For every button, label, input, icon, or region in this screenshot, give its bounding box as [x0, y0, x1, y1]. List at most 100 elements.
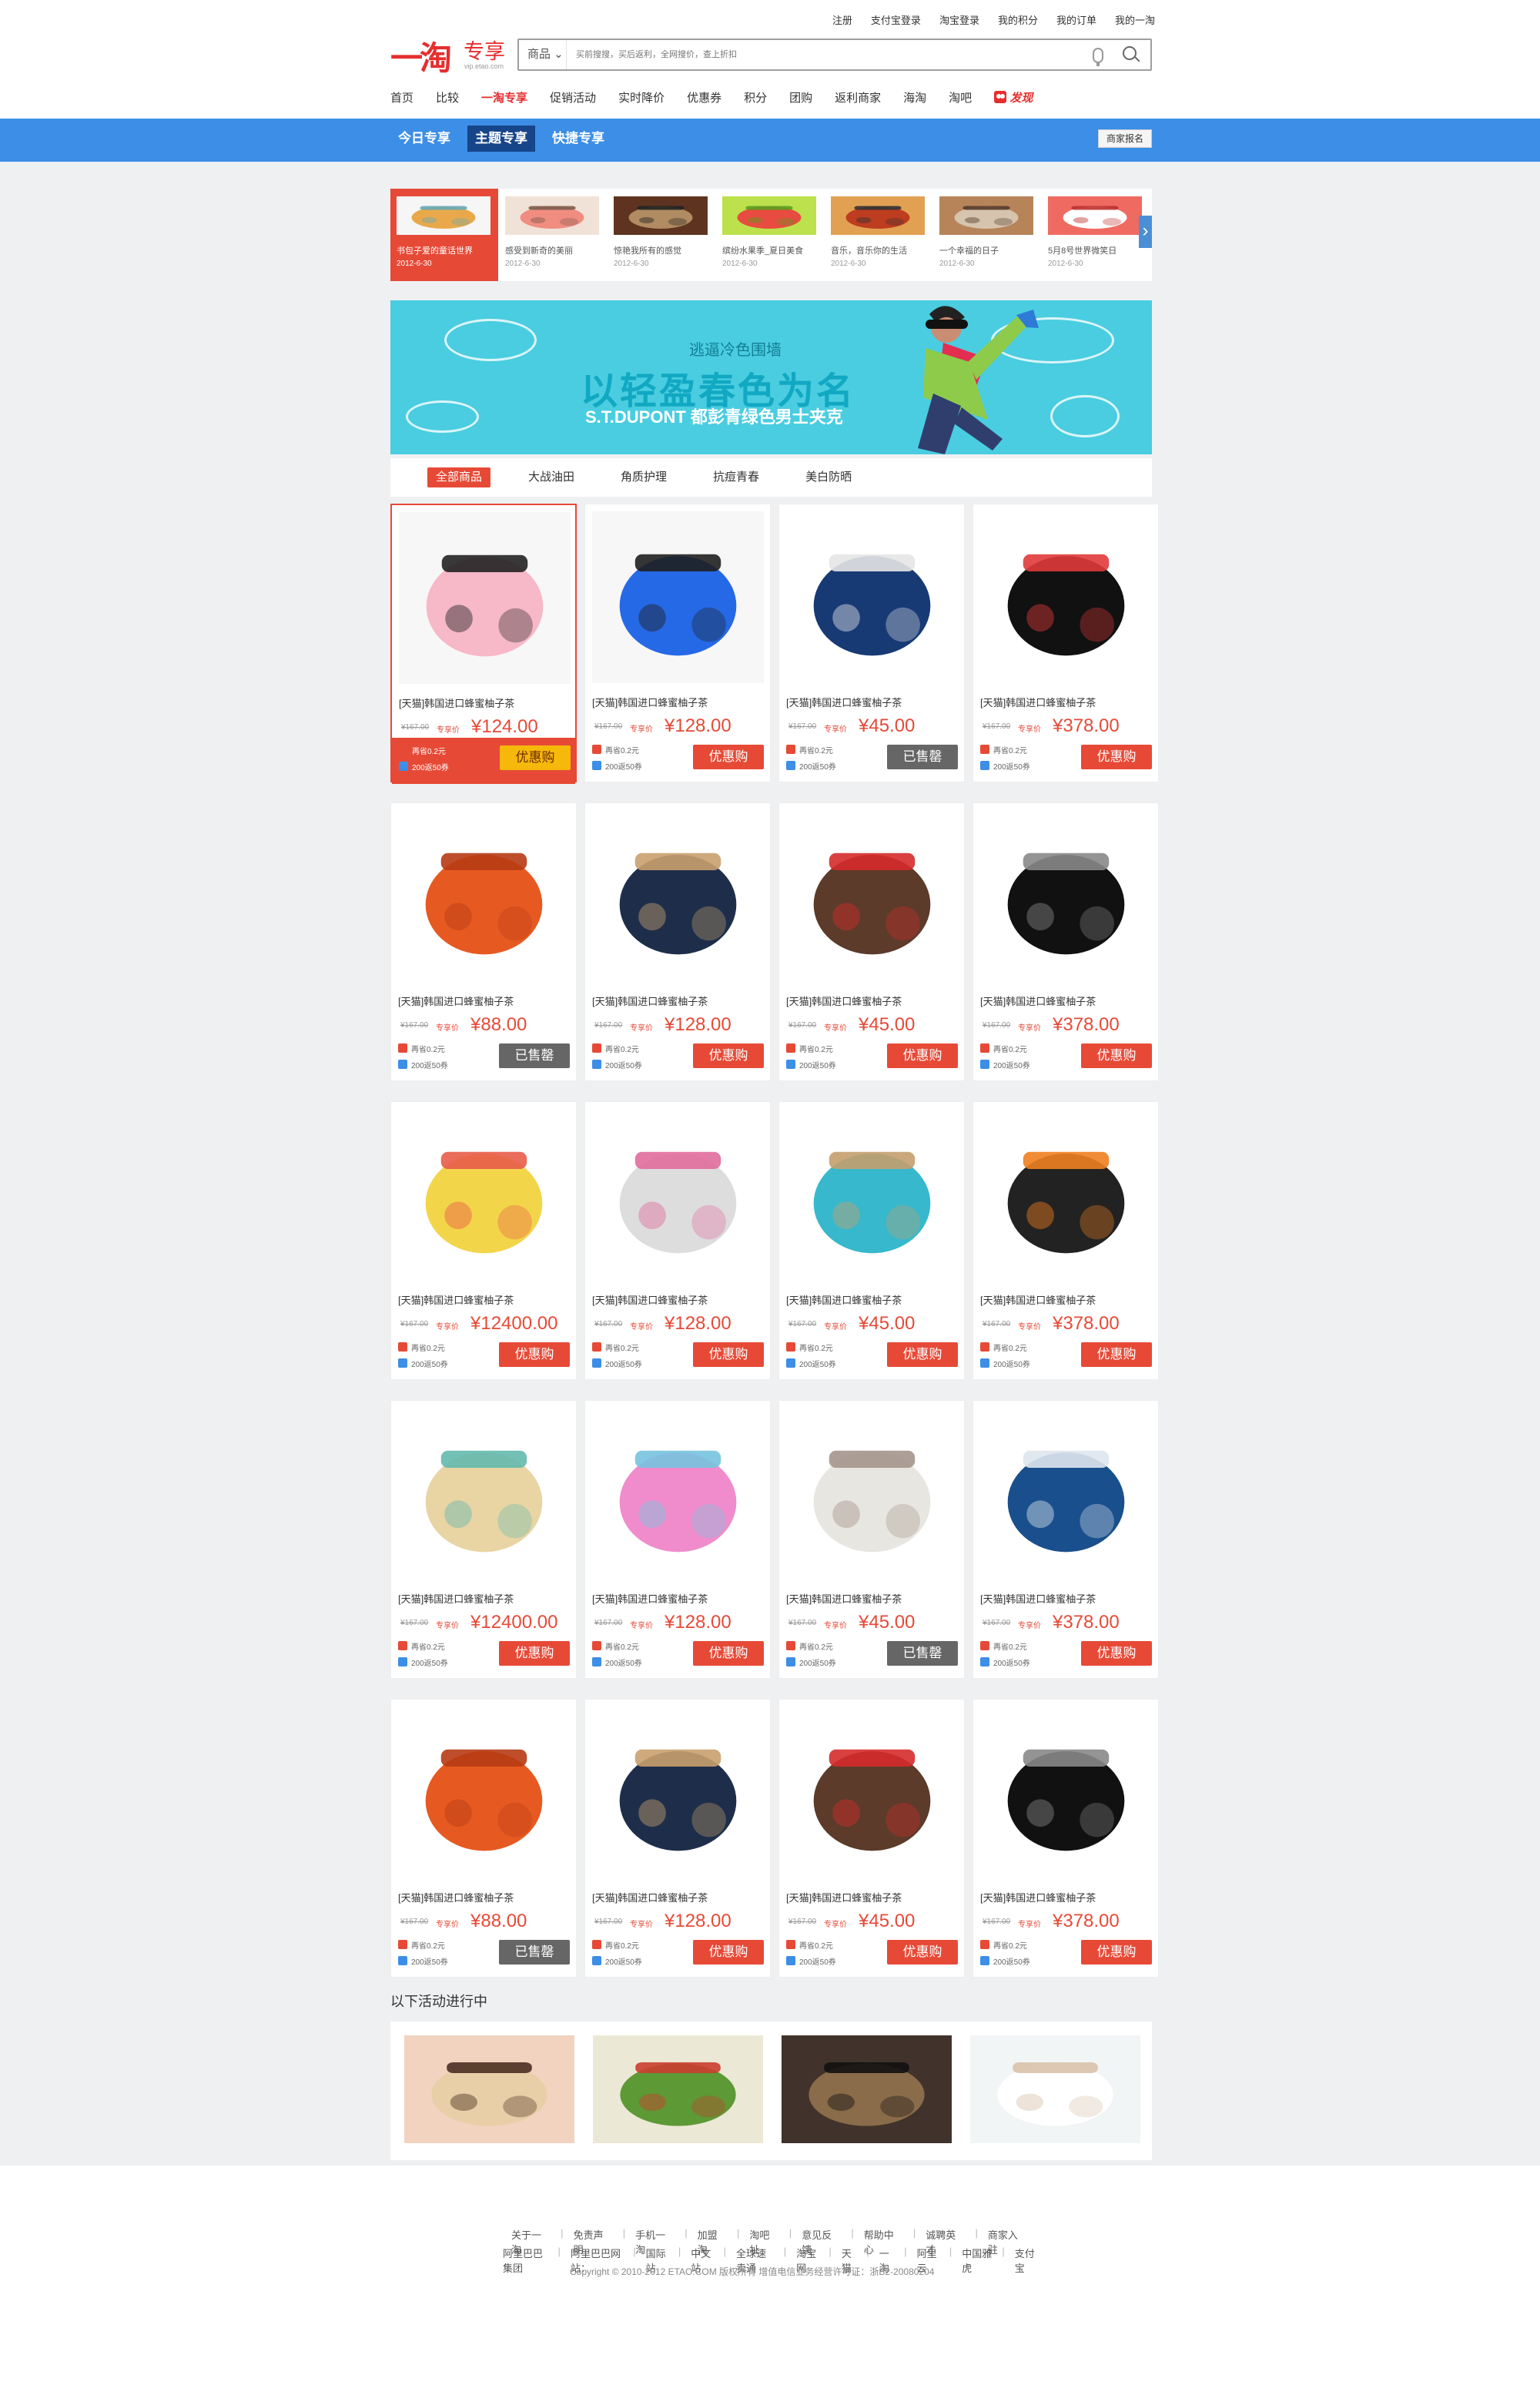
filter-acne-care[interactable]: 抗痘青春: [705, 467, 768, 487]
carousel-item[interactable]: 5月8号世界微笑日 2012-6-30: [1042, 189, 1150, 281]
carousel-item[interactable]: 一个幸福的日子 2012-6-30: [933, 189, 1041, 281]
product-image[interactable]: [786, 1707, 958, 1878]
carousel-item[interactable]: 书包子爱的童话世界 2012-6-30: [390, 189, 498, 281]
nav-promotions[interactable]: 促销活动: [550, 89, 596, 108]
product-card[interactable]: [天猫]韩国进口蜂蜜柚子茶 ¥167.00 专享价 ¥45.00 再省0.2元 200返5…: [778, 1101, 965, 1380]
microphone-icon[interactable]: [1093, 48, 1103, 66]
product-card[interactable]: [天猫]韩国进口蜂蜜柚子茶 ¥167.00 专享价 ¥378.00 再省0.2元 200返…: [973, 1101, 1159, 1380]
utility-register-link[interactable]: 注册: [832, 12, 852, 31]
product-card[interactable]: [天猫]韩国进口蜂蜜柚子茶 ¥167.00 专享价 ¥378.00 再省0.2元 200返…: [973, 1400, 1159, 1679]
product-image[interactable]: [592, 511, 764, 683]
product-card[interactable]: [天猫]韩国进口蜂蜜柚子茶 ¥167.00 专享价 ¥128.00 再省0.2元 200返…: [584, 1699, 771, 1978]
buy-button[interactable]: 已售罄: [887, 745, 958, 769]
product-card[interactable]: [天猫]韩国进口蜂蜜柚子茶 ¥167.00 专享价 ¥128.00 再省0.2元 200返…: [584, 1400, 771, 1679]
product-card[interactable]: [天猫]韩国进口蜂蜜柚子茶 ¥167.00 专享价 ¥45.00 再省0.2元 200返5…: [778, 802, 965, 1081]
buy-button[interactable]: 优惠购: [1081, 745, 1152, 769]
footer-group-link[interactable]: 阿里巴巴集团: [503, 2246, 548, 2275]
buy-button[interactable]: 优惠购: [693, 1043, 764, 1068]
nav-coupons[interactable]: 优惠券: [687, 89, 721, 108]
product-card[interactable]: [天猫]韩国进口蜂蜜柚子茶 ¥167.00 专享价 ¥45.00 再省0.2元 200返5…: [778, 504, 965, 782]
nav-points[interactable]: 积分: [744, 89, 767, 108]
buy-button[interactable]: 已售罄: [887, 1641, 958, 1666]
search-icon[interactable]: [1123, 46, 1137, 60]
nav-etao-vip[interactable]: 一淘专享: [481, 89, 527, 108]
buy-button[interactable]: 已售罄: [499, 1940, 570, 1965]
product-image[interactable]: [786, 1109, 958, 1281]
product-card[interactable]: [天猫]韩国进口蜂蜜柚子茶 ¥167.00 专享价 ¥45.00 再省0.2元 200返5…: [778, 1400, 965, 1679]
activity-banner[interactable]: [404, 2035, 574, 2143]
utility-alipay-login-link[interactable]: 支付宝登录: [871, 12, 921, 31]
product-image[interactable]: [592, 1408, 764, 1579]
footer-group-link[interactable]: 支付宝: [1015, 2246, 1037, 2275]
product-image[interactable]: [786, 1408, 958, 1579]
product-image[interactable]: [980, 1707, 1152, 1878]
product-card[interactable]: [天猫]韩国进口蜂蜜柚子茶 ¥167.00 专享价 ¥378.00 再省0.2元 200返…: [973, 802, 1159, 1081]
nav-haitao[interactable]: 海淘: [903, 89, 926, 108]
utility-orders-link[interactable]: 我的订单: [1056, 12, 1096, 31]
nav-group-buy[interactable]: 团购: [789, 89, 812, 108]
product-image[interactable]: [398, 1707, 570, 1878]
buy-button[interactable]: 优惠购: [1081, 1940, 1152, 1965]
product-card[interactable]: [天猫]韩国进口蜂蜜柚子茶 ¥167.00 专享价 ¥128.00 再省0.2元 200返…: [584, 504, 771, 782]
product-image[interactable]: [399, 512, 571, 684]
product-image[interactable]: [398, 1408, 570, 1579]
buy-button[interactable]: 已售罄: [499, 1043, 570, 1068]
product-image[interactable]: [398, 810, 570, 982]
activity-banner[interactable]: [970, 2035, 1140, 2143]
buy-button[interactable]: 优惠购: [887, 1940, 958, 1965]
tab-quick-vip[interactable]: 快捷专享: [544, 126, 612, 152]
nav-rebate-merchants[interactable]: 返利商家: [835, 89, 881, 108]
product-image[interactable]: [786, 810, 958, 982]
filter-sunscreen[interactable]: 美白防晒: [797, 467, 860, 487]
utility-taobao-login-link[interactable]: 淘宝登录: [939, 12, 979, 31]
filter-all-products[interactable]: 全部商品: [427, 467, 491, 487]
buy-button[interactable]: 优惠购: [1081, 1641, 1152, 1666]
product-card[interactable]: [天猫]韩国进口蜂蜜柚子茶 ¥167.00 专享价 ¥378.00 再省0.2元 200返…: [973, 1699, 1159, 1978]
buy-button[interactable]: 优惠购: [500, 745, 571, 770]
buy-button[interactable]: 优惠购: [887, 1043, 958, 1068]
product-image[interactable]: [980, 1109, 1152, 1281]
buy-button[interactable]: 优惠购: [693, 1641, 764, 1666]
hero-banner[interactable]: 逃逼冷色围墙 以轻盈春色为名 S.T.DUPONT 都彭青绿色男士夹克: [390, 300, 1152, 454]
tab-today-vip[interactable]: 今日专享: [390, 126, 458, 152]
product-card[interactable]: [天猫]韩国进口蜂蜜柚子茶 ¥167.00 专享价 ¥378.00 再省0.2元 200返…: [973, 504, 1159, 782]
product-image[interactable]: [980, 1408, 1152, 1579]
utility-my-etao-link[interactable]: 我的一淘: [1115, 12, 1155, 31]
product-image[interactable]: [592, 1109, 764, 1281]
product-image[interactable]: [786, 511, 958, 683]
product-card[interactable]: [天猫]韩国进口蜂蜜柚子茶 ¥167.00 专享价 ¥124.00 再省0.2元 200返…: [390, 504, 577, 784]
product-card[interactable]: [天猫]韩国进口蜂蜜柚子茶 ¥167.00 专享价 ¥12400.00 再省0.2元 20…: [390, 1400, 577, 1679]
tab-theme-vip[interactable]: 主题专享: [467, 126, 535, 152]
activity-banner[interactable]: [782, 2035, 952, 2143]
product-card[interactable]: [天猫]韩国进口蜂蜜柚子茶 ¥167.00 专享价 ¥45.00 再省0.2元 200返5…: [778, 1699, 965, 1978]
buy-button[interactable]: 优惠购: [499, 1342, 570, 1367]
buy-button[interactable]: 优惠购: [499, 1641, 570, 1666]
nav-taoba[interactable]: 淘吧: [949, 89, 972, 108]
nav-home[interactable]: 首页: [390, 89, 413, 108]
buy-button[interactable]: 优惠购: [1081, 1043, 1152, 1068]
carousel-item[interactable]: 音乐，音乐你的生活 2012-6-30: [825, 189, 932, 281]
utility-points-link[interactable]: 我的积分: [998, 12, 1038, 31]
merchant-signup-button[interactable]: 商家报名: [1098, 129, 1152, 148]
product-card[interactable]: [天猫]韩国进口蜂蜜柚子茶 ¥167.00 专享价 ¥128.00 再省0.2元 200返…: [584, 802, 771, 1081]
carousel-item[interactable]: 感受到新奇的美丽 2012-6-30: [499, 189, 607, 281]
product-image[interactable]: [980, 511, 1152, 683]
filter-exfoliation[interactable]: 角质护理: [612, 467, 675, 487]
search-type-select[interactable]: 商品 ⌄: [519, 40, 567, 69]
activity-banner[interactable]: [593, 2035, 763, 2143]
carousel-item[interactable]: 惊艳我所有的感觉 2012-6-30: [608, 189, 715, 281]
nav-discover[interactable]: 发现: [994, 89, 1033, 108]
product-card[interactable]: [天猫]韩国进口蜂蜜柚子茶 ¥167.00 专享价 ¥128.00 再省0.2元 200返…: [584, 1101, 771, 1380]
nav-price-drops[interactable]: 实时降价: [618, 89, 665, 108]
filter-oil-control[interactable]: 大战油田: [520, 467, 583, 487]
product-card[interactable]: [天猫]韩国进口蜂蜜柚子茶 ¥167.00 专享价 ¥88.00 再省0.2元 200返5…: [390, 802, 577, 1081]
buy-button[interactable]: 优惠购: [693, 1342, 764, 1367]
product-image[interactable]: [980, 810, 1152, 982]
product-image[interactable]: [592, 810, 764, 982]
buy-button[interactable]: 优惠购: [1081, 1342, 1152, 1367]
footer-group-link[interactable]: 中国雅虎: [962, 2246, 992, 2275]
nav-compare[interactable]: 比较: [436, 89, 459, 108]
search-input[interactable]: [576, 48, 1053, 62]
etao-vip-logo[interactable]: 一淘 专享 vip.etao.com: [390, 32, 510, 77]
carousel-item[interactable]: 缤纷水果季_夏日美食 2012-6-30: [716, 189, 824, 281]
